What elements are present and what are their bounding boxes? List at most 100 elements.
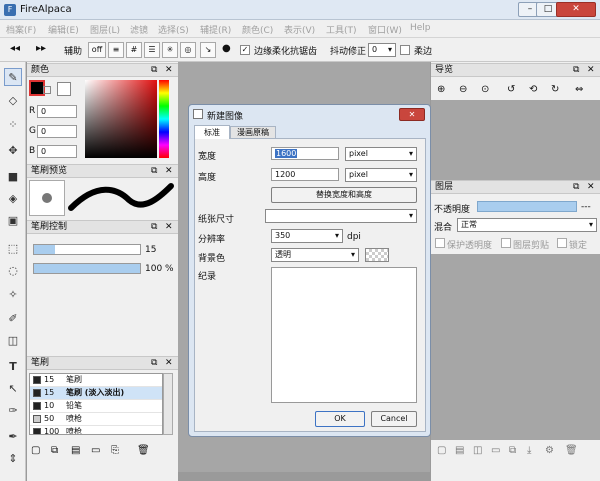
layers-dock-icon[interactable]: ⧉: [573, 181, 579, 193]
background-select[interactable]: 透明: [271, 248, 359, 262]
snap-off-button[interactable]: off: [88, 42, 106, 58]
menu-window[interactable]: 窗口(W): [368, 23, 402, 36]
dot-tool-icon[interactable]: ⁘: [4, 116, 22, 134]
brush-list-dock-icon[interactable]: ⧉: [151, 357, 157, 369]
layer-properties-icon[interactable]: ⚙: [545, 445, 554, 456]
new-layer-icon[interactable]: ▢: [437, 445, 446, 456]
brush-opacity-slider[interactable]: [33, 263, 141, 274]
snap-curve-icon[interactable]: ↘: [200, 42, 216, 58]
snap-circle-icon[interactable]: ◎: [180, 42, 196, 58]
snap-lines-icon[interactable]: ☰: [144, 42, 160, 58]
brush-preview-close-icon[interactable]: ✕: [165, 165, 173, 177]
dpi-select[interactable]: 350: [271, 229, 343, 243]
select-pen-tool-icon[interactable]: ✐: [4, 310, 22, 328]
brush-list-close-icon[interactable]: ✕: [165, 357, 173, 369]
brush-list-item[interactable]: 50 喷枪: [30, 413, 162, 426]
hue-slider[interactable]: [159, 80, 169, 158]
flip-icon[interactable]: ⇔: [575, 84, 583, 95]
move-tool-icon[interactable]: ✥: [4, 142, 22, 160]
menu-filter[interactable]: 滤镜: [130, 23, 148, 36]
brush-control-dock-icon[interactable]: ⧉: [151, 221, 157, 233]
brush-list-item[interactable]: 10 铅笔: [30, 400, 162, 413]
next-icon[interactable]: ▸▸: [36, 43, 46, 54]
snap-grid-icon[interactable]: #: [126, 42, 142, 58]
navigator-dock-icon[interactable]: ⧉: [573, 64, 579, 76]
layer-opacity-slider[interactable]: [477, 201, 577, 212]
new-8bit-layer-icon[interactable]: ▤: [455, 445, 464, 456]
width-unit-select[interactable]: pixel: [345, 147, 417, 161]
bucket-tool-icon[interactable]: ◈: [4, 190, 22, 208]
brush-folder-icon[interactable]: ▭: [91, 445, 100, 456]
delete-brush-icon[interactable]: 🗑: [137, 445, 150, 456]
prev-icon[interactable]: ◂◂: [10, 43, 20, 54]
text-tool-icon[interactable]: T: [4, 358, 22, 376]
snap-parallel-icon[interactable]: ≡: [108, 42, 124, 58]
operation-tool-icon[interactable]: ↖: [4, 380, 22, 398]
ok-button[interactable]: OK: [315, 411, 365, 427]
delete-layer-icon[interactable]: 🗑: [565, 445, 578, 456]
b-input[interactable]: 0: [37, 145, 77, 158]
duplicate-layer-icon[interactable]: ⧉: [509, 445, 516, 456]
select-tool-icon[interactable]: ⬚: [4, 240, 22, 258]
stabilizer-select[interactable]: 0: [368, 43, 396, 57]
soft-edge-checkbox[interactable]: [400, 45, 410, 55]
lock-checkbox[interactable]: [557, 238, 567, 248]
blend-select[interactable]: 正常: [457, 218, 597, 232]
new-1bit-layer-icon[interactable]: ◫: [473, 445, 482, 456]
clipping-checkbox[interactable]: [501, 238, 511, 248]
eraser-tool-icon[interactable]: ◇: [4, 92, 22, 110]
menu-file[interactable]: 档案(F): [6, 23, 36, 36]
swap-colors-icon[interactable]: [43, 86, 51, 94]
brush-copy-icon[interactable]: ⎘: [111, 445, 119, 456]
zoom-in-icon[interactable]: ⊕: [437, 84, 445, 95]
swap-dimensions-button[interactable]: 替换宽度和高度: [271, 187, 417, 203]
background-preview-swatch[interactable]: [365, 248, 389, 262]
r-input[interactable]: 0: [37, 105, 77, 118]
menu-snap[interactable]: 辅提(R): [200, 23, 231, 36]
menu-layer[interactable]: 图层(L): [90, 23, 120, 36]
hand-tool-icon[interactable]: ⇕: [4, 450, 22, 468]
width-input[interactable]: 1600: [271, 147, 339, 160]
new-brush-icon[interactable]: ▢: [31, 445, 40, 456]
gradient-tool-icon[interactable]: ▣: [4, 212, 22, 230]
brush-list-item[interactable]: 15 笔刷: [30, 374, 162, 387]
cancel-button[interactable]: Cancel: [371, 411, 417, 427]
pen-tool-icon[interactable]: ✎: [4, 68, 22, 86]
navigator-close-icon[interactable]: ✕: [587, 64, 595, 76]
tab-standard[interactable]: 标准: [194, 125, 230, 139]
antialias-checkbox[interactable]: ✓: [240, 45, 250, 55]
snap-dot-icon[interactable]: ●: [222, 43, 231, 54]
brush-list-item[interactable]: 15 笔刷 (淡入淡出): [30, 387, 162, 400]
height-unit-select[interactable]: pixel: [345, 168, 417, 182]
duplicate-brush-icon[interactable]: ⧉: [51, 445, 58, 456]
brush-list-scrollbar[interactable]: [163, 373, 173, 435]
brush-control-close-icon[interactable]: ✕: [165, 221, 173, 233]
brush-size-slider[interactable]: [33, 244, 141, 255]
rotate-right-icon[interactable]: ↻: [551, 84, 559, 95]
color-panel-close-icon[interactable]: ✕: [165, 64, 173, 76]
zoom-fit-icon[interactable]: ⊙: [481, 84, 489, 95]
protect-alpha-checkbox[interactable]: [435, 238, 445, 248]
lasso-tool-icon[interactable]: ◌: [4, 262, 22, 280]
menu-help[interactable]: Help: [410, 23, 431, 33]
color-saturation-field[interactable]: [85, 80, 157, 158]
menu-color[interactable]: 颜色(C): [242, 23, 273, 36]
select-eraser-tool-icon[interactable]: ◫: [4, 332, 22, 350]
g-input[interactable]: 0: [37, 125, 77, 138]
snap-radial-icon[interactable]: ✳: [162, 42, 178, 58]
zoom-out-icon[interactable]: ⊖: [459, 84, 467, 95]
brush-preview-dock-icon[interactable]: ⧉: [151, 165, 157, 177]
eyedropper-tool-icon[interactable]: ✒: [4, 428, 22, 446]
brush-settings-icon[interactable]: ▤: [71, 445, 80, 456]
magic-wand-tool-icon[interactable]: ✧: [4, 286, 22, 304]
menu-select[interactable]: 选择(S): [158, 23, 189, 36]
blur-tool-icon[interactable]: ✑: [4, 402, 22, 420]
close-button[interactable]: ✕: [556, 2, 596, 17]
menu-edit[interactable]: 编辑(E): [48, 23, 79, 36]
dialog-close-button[interactable]: ✕: [399, 108, 425, 121]
rotate-left-icon[interactable]: ↺: [507, 84, 515, 95]
color-panel-dock-icon[interactable]: ⧉: [151, 64, 157, 76]
merge-layer-icon[interactable]: ⤓: [527, 445, 531, 456]
layer-folder-icon[interactable]: ▭: [491, 445, 500, 456]
brush-list-item[interactable]: 100 喷枪: [30, 426, 162, 434]
